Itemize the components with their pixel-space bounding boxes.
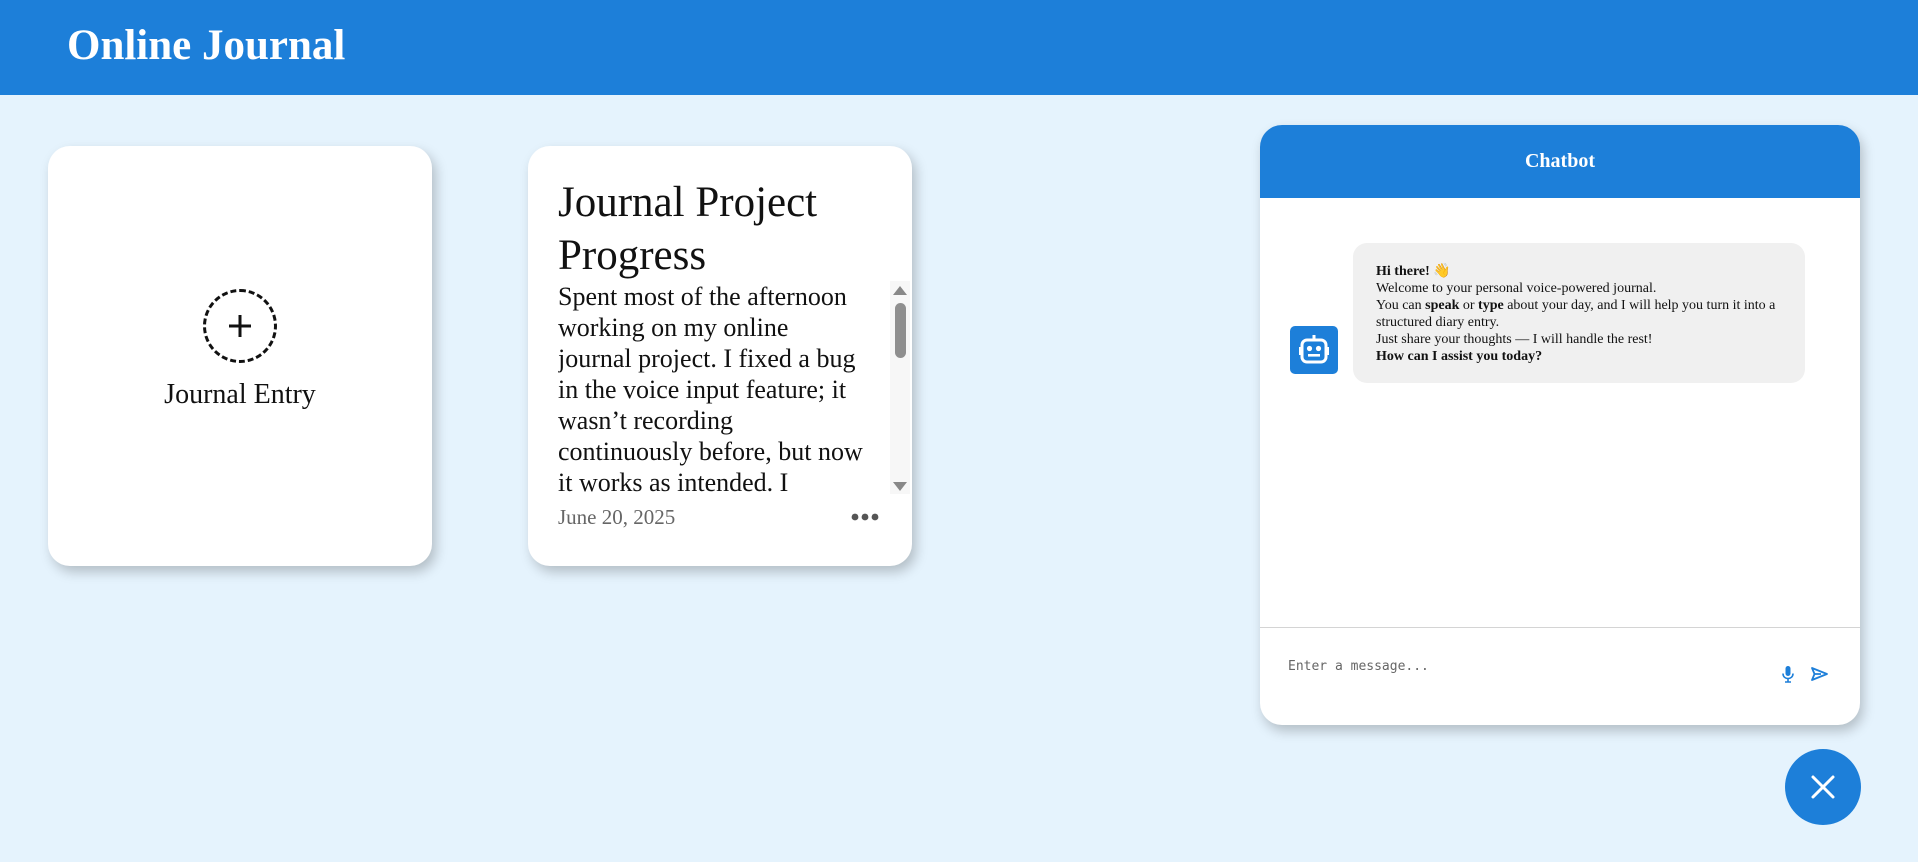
new-entry-label: Journal Entry <box>164 379 316 410</box>
scrollbar-thumb[interactable] <box>895 303 906 358</box>
greeting-type: type <box>1478 298 1504 313</box>
greeting-welcome: Welcome to your personal voice-powered j… <box>1376 281 1657 296</box>
wave-emoji: 👋 <box>1433 264 1451 279</box>
greeting-or: or <box>1462 298 1475 313</box>
greeting-speak: speak <box>1425 298 1460 313</box>
app-header: Online Journal <box>0 0 1918 95</box>
greeting-ask: How can I assist you today? <box>1376 349 1543 364</box>
message-input[interactable] <box>1288 652 1758 680</box>
bot-avatar <box>1290 326 1338 374</box>
add-entry-button[interactable] <box>203 289 277 363</box>
greeting-share: Just share your thoughts — I will handle… <box>1376 332 1653 347</box>
entry-body-scroll-area[interactable]: Spent most of the afternoon working on m… <box>558 281 910 494</box>
chat-divider <box>1260 627 1860 628</box>
more-horizontal-icon[interactable] <box>850 508 880 526</box>
entry-body: Spent most of the afternoon working on m… <box>558 282 863 494</box>
entry-title: Journal Project Progress <box>558 179 818 279</box>
app-title: Online Journal <box>67 22 346 69</box>
entry-scrollbar[interactable] <box>890 281 910 494</box>
scroll-up-arrow-icon[interactable] <box>893 286 907 295</box>
entry-date: June 20, 2025 <box>558 505 676 529</box>
greeting-you-can: You can <box>1376 298 1422 313</box>
microphone-icon[interactable] <box>1781 665 1795 683</box>
chatbot-window: Chatbot Hi there! 👋 Welcome to your pers… <box>1260 125 1860 725</box>
greeting-hello: Hi there! <box>1376 264 1430 279</box>
bot-greeting-message: Hi there! 👋 Welcome to your personal voi… <box>1353 243 1805 383</box>
new-journal-entry-card[interactable]: Journal Entry <box>48 146 432 566</box>
close-icon <box>1811 775 1835 799</box>
robot-icon <box>1299 335 1329 364</box>
send-icon[interactable] <box>1810 666 1829 682</box>
scroll-down-arrow-icon[interactable] <box>893 482 907 491</box>
chatbot-title: Chatbot <box>1260 125 1860 198</box>
plus-icon <box>229 315 251 337</box>
close-chatbot-button[interactable] <box>1785 749 1861 825</box>
journal-entry-card[interactable]: Journal Project Progress Spent most of t… <box>528 146 912 566</box>
